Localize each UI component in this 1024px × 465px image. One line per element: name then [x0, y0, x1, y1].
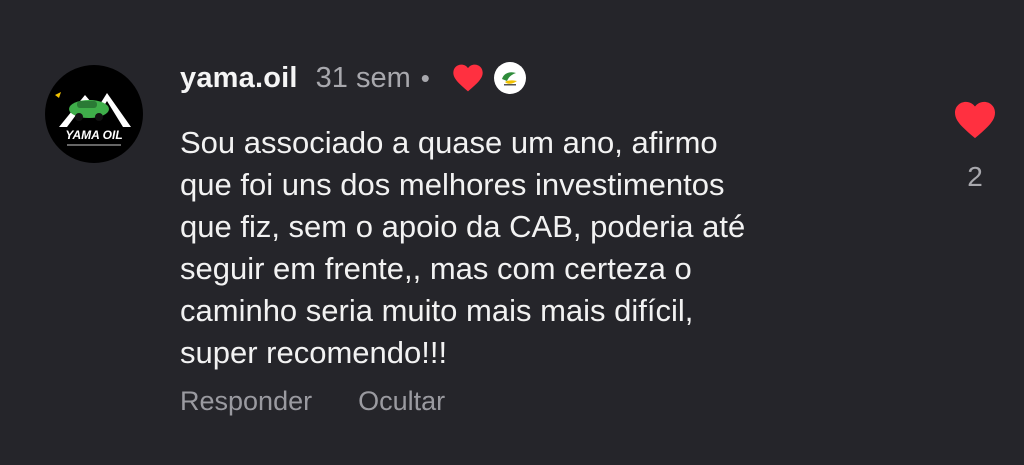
separator-dot: • — [420, 63, 430, 93]
reply-button[interactable]: Responder — [180, 386, 312, 417]
hide-button[interactable]: Ocultar — [358, 386, 445, 417]
brand-badge-icon — [493, 62, 526, 94]
comment-actions: Responder Ocultar — [180, 386, 920, 417]
like-heart-icon[interactable] — [953, 100, 997, 145]
comment-header: yama.oil 31 sem • — [180, 56, 920, 100]
like-count: 2 — [967, 161, 983, 192]
like-control: 2 — [952, 100, 998, 193]
username[interactable]: yama.oil — [180, 62, 298, 95]
author-liked-heart-icon — [452, 63, 484, 93]
avatar[interactable]: YAMA OIL — [45, 65, 143, 163]
comment-text: Sou associado a quase um ano, afirmo que… — [180, 125, 746, 370]
comment-body: yama.oil 31 sem • Sou associado a quase … — [180, 56, 920, 417]
timestamp: 31 sem — [315, 61, 411, 94]
svg-text:YAMA OIL: YAMA OIL — [65, 128, 122, 142]
yama-oil-logo-icon: YAMA OIL — [55, 92, 131, 146]
comment-item: YAMA OIL yama.oil 31 sem • Sou associado — [0, 0, 1024, 465]
